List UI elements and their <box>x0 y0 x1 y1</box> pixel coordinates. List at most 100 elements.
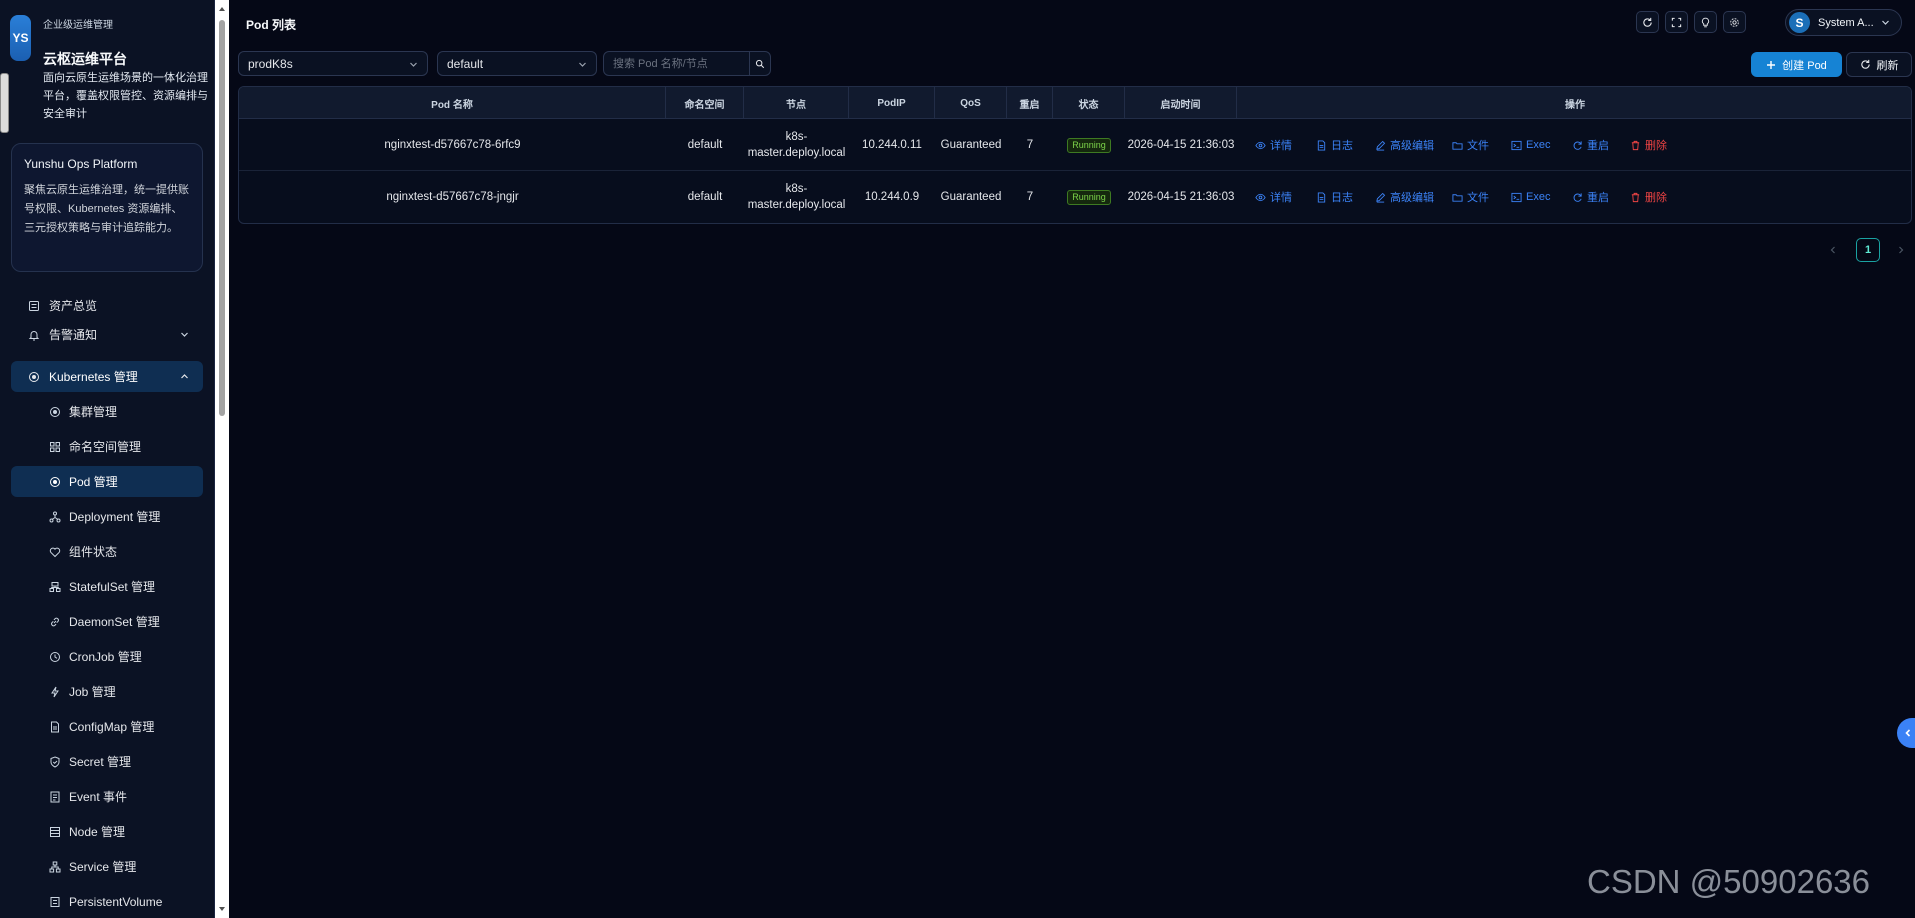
node-icon <box>49 826 61 838</box>
prev-page-icon[interactable] <box>1828 245 1838 255</box>
heart-icon <box>49 546 61 558</box>
exec-label: Exec <box>1526 139 1551 151</box>
nav-service[interactable]: Service 管理 <box>11 851 203 882</box>
nav-persistentvolume[interactable]: PersistentVolume <box>11 886 203 917</box>
nav-label: Event 事件 <box>69 790 128 804</box>
nav-label: Secret 管理 <box>69 755 132 769</box>
window-edge-handle[interactable] <box>0 73 9 133</box>
status-badge: Running <box>1067 189 1111 205</box>
search-button[interactable] <box>749 51 771 76</box>
lightbulb-icon <box>1701 17 1710 27</box>
column-header[interactable]: 启动时间 <box>1125 87 1237 119</box>
cluster-icon <box>49 406 61 418</box>
nav-label: PersistentVolume <box>69 894 163 909</box>
nav-secret[interactable]: Secret 管理 <box>11 746 203 777</box>
edit-action[interactable]: 高级编辑 <box>1375 119 1434 171</box>
column-header[interactable]: 重启 <box>1007 87 1053 119</box>
nav-event[interactable]: Event 事件 <box>11 781 203 812</box>
edit-label: 高级编辑 <box>1390 192 1434 204</box>
pod-restarts: 7 <box>1026 191 1034 203</box>
nav-deployment[interactable]: Deployment 管理 <box>11 501 203 532</box>
exec-label: Exec <box>1526 191 1551 203</box>
restart-action[interactable]: 重启 <box>1572 171 1609 223</box>
nav-node[interactable]: Node 管理 <box>11 816 203 847</box>
namespace-select[interactable]: default <box>437 51 597 76</box>
nav-label: Kubernetes 管理 <box>49 370 138 384</box>
create-pod-label: 创建 Pod <box>1782 59 1827 72</box>
pod-start-time: 2026-04-15 21:36:03 <box>1127 139 1235 151</box>
restart-label: 重启 <box>1587 192 1609 204</box>
log-file-icon <box>1317 191 1326 203</box>
logs-action[interactable]: 日志 <box>1316 171 1353 223</box>
tips-button[interactable] <box>1694 11 1717 33</box>
eye-icon <box>1255 193 1266 201</box>
pod-status: Running <box>1053 119 1125 171</box>
log-file-icon <box>1317 139 1326 151</box>
nav-component-status[interactable]: 组件状态 <box>11 536 203 567</box>
shield-icon <box>49 755 61 768</box>
column-header: 操作 <box>1565 99 1585 111</box>
column-header[interactable]: 状态 <box>1053 87 1125 119</box>
page-number[interactable]: 1 <box>1856 238 1880 262</box>
nav-configmap[interactable]: ConfigMap 管理 <box>11 711 203 742</box>
pod-start-time: 2026-04-15 21:36:03 <box>1127 191 1235 203</box>
nav-asset-overview[interactable]: 资产总览 <box>11 290 203 321</box>
column-header[interactable]: PodIP <box>849 87 935 119</box>
reload-button[interactable] <box>1636 11 1659 33</box>
pod-ip: 10.244.0.11 <box>862 139 922 151</box>
detail-action[interactable]: 详情 <box>1255 119 1292 171</box>
grid-icon <box>49 441 61 453</box>
list-icon <box>28 300 40 312</box>
folder-icon <box>1452 193 1463 202</box>
column-header[interactable]: QoS <box>935 87 1007 119</box>
files-action[interactable]: 文件 <box>1452 171 1489 223</box>
nav-cronjob[interactable]: CronJob 管理 <box>11 641 203 672</box>
nav-label: CronJob 管理 <box>69 650 142 664</box>
scroll-down-icon[interactable] <box>218 904 226 914</box>
event-icon <box>49 791 61 803</box>
settings-button[interactable] <box>1723 11 1746 33</box>
delete-label: 删除 <box>1645 140 1667 152</box>
user-menu[interactable]: S System A... <box>1785 9 1902 36</box>
brand-logo[interactable]: YS <box>10 15 31 61</box>
logs-action[interactable]: 日志 <box>1316 119 1353 171</box>
nav-cluster[interactable]: 集群管理 <box>11 396 203 427</box>
nav-namespace[interactable]: 命名空间管理 <box>11 431 203 462</box>
k8s-icon <box>28 371 40 383</box>
nav-job[interactable]: Job 管理 <box>11 676 203 707</box>
cluster-select[interactable]: prodK8s <box>238 51 428 76</box>
edit-icon <box>1376 192 1386 203</box>
logs-label: 日志 <box>1331 192 1353 204</box>
sidebar-scrollbar[interactable] <box>215 0 229 918</box>
next-page-icon[interactable] <box>1896 245 1906 255</box>
edit-action[interactable]: 高级编辑 <box>1375 171 1434 223</box>
column-header[interactable]: Pod 名称 <box>239 87 666 119</box>
create-pod-button[interactable]: 创建 Pod <box>1751 52 1842 77</box>
nav-alerts[interactable]: 告警通知 <box>11 319 203 350</box>
pod-node: k8s- master.deploy.local <box>744 171 849 223</box>
exec-action[interactable]: Exec <box>1511 119 1550 171</box>
column-header[interactable]: 节点 <box>744 87 849 119</box>
restart-action[interactable]: 重启 <box>1572 119 1609 171</box>
fullscreen-button[interactable] <box>1665 11 1688 33</box>
scroll-up-icon[interactable] <box>218 4 226 14</box>
link-icon <box>49 616 61 628</box>
exec-action[interactable]: Exec <box>1511 171 1550 223</box>
delete-action[interactable]: 删除 <box>1630 119 1667 171</box>
detail-action[interactable]: 详情 <box>1255 171 1292 223</box>
nav-label: DaemonSet 管理 <box>69 615 160 629</box>
nav-daemonset[interactable]: DaemonSet 管理 <box>11 606 203 637</box>
pod-node: k8s- master.deploy.local <box>744 119 849 171</box>
nav-label: Deployment 管理 <box>69 510 161 524</box>
refresh-button[interactable]: 刷新 <box>1846 52 1912 77</box>
column-header[interactable]: 命名空间 <box>666 87 744 119</box>
reload-icon <box>1643 17 1652 27</box>
scrollbar-thumb[interactable] <box>219 20 225 416</box>
nav-pod[interactable]: Pod 管理 <box>11 466 203 497</box>
search-input[interactable] <box>603 51 750 76</box>
chevron-down-icon <box>410 62 417 67</box>
delete-action[interactable]: 删除 <box>1630 171 1667 223</box>
nav-kubernetes[interactable]: Kubernetes 管理 <box>11 361 203 392</box>
nav-statefulset[interactable]: StatefulSet 管理 <box>11 571 203 602</box>
files-action[interactable]: 文件 <box>1452 119 1489 171</box>
